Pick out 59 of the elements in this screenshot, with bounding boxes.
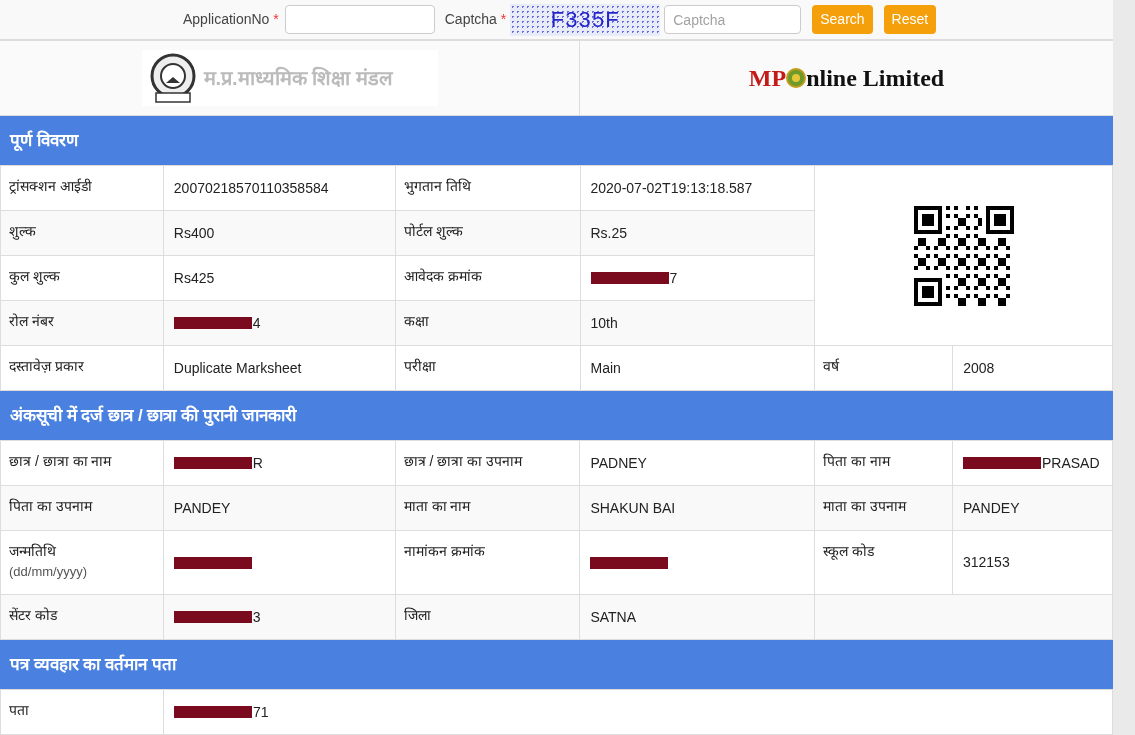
section-header: अंकसूची में दर्ज छात्र / छात्रा की पुरानी जानकारी (0, 391, 1113, 440)
field-value: PANDEY (962, 498, 1020, 518)
field-value: Rs425 (173, 268, 215, 288)
field-label: पोर्टल शुल्क (403, 222, 464, 242)
section-header: पत्र व्यवहार का वर्तमान पता (0, 640, 1113, 689)
field-value: R (252, 453, 263, 473)
field-label: सेंटर कोड (9, 606, 59, 625)
field-label: दस्तावेज़ प्रकार (9, 357, 85, 376)
field-label: Captcha * (444, 10, 507, 30)
field-value: SATNA (590, 607, 637, 627)
captcha-field[interactable]: Captcha (664, 5, 802, 35)
brand-prefix: MP (748, 64, 787, 94)
field-label: नामांकन क्रमांक (403, 542, 486, 561)
format-hint: (dd/mm/yyyy) (9, 563, 88, 581)
field-value: 71 (253, 702, 269, 722)
field-value: 312153 (962, 553, 1010, 572)
field-label: रोल नंबर (9, 312, 55, 331)
field-value: PANDEY (173, 498, 231, 518)
field-label: छात्र / छात्रा का उपनाम (403, 452, 524, 471)
board-name: म.प्र.माध्यमिक शिक्षा मंडल (203, 65, 393, 92)
field-label: ApplicationNo * (183, 10, 279, 30)
field-label: आवेदक क्रमांक (403, 267, 483, 286)
field-value: SHAKUN BAI (590, 498, 676, 518)
field-label: पिता का नाम (823, 452, 892, 471)
field-value: 10th (590, 313, 618, 333)
field-label: पता (9, 701, 30, 720)
field-label: शुल्क (9, 222, 37, 242)
field-label: परीक्षा (403, 357, 437, 376)
action-button[interactable]: Search (812, 5, 873, 35)
application-number-field[interactable] (284, 5, 435, 35)
field-value: Rs400 (173, 223, 215, 243)
field-value: 3 (252, 607, 261, 627)
field-label: कुल शुल्क (9, 267, 61, 287)
field-value: 20070218570110358584 (173, 178, 329, 198)
field-value: PRASAD (1041, 453, 1100, 473)
field-label: स्कूल कोड (823, 542, 876, 562)
section-header: पूर्ण विवरण (0, 116, 1113, 165)
globe-icon (786, 68, 807, 89)
field-label: माता का उपनाम (823, 497, 908, 516)
field-label: ट्रांसक्शन आईडी (9, 177, 93, 196)
brand-name: nline Limited (806, 64, 945, 94)
field-value: 2008 (963, 358, 995, 378)
captcha-image: F335F (510, 3, 661, 36)
field-value: Main (590, 358, 621, 378)
field-label: वर्ष (823, 357, 841, 376)
action-button[interactable]: Reset (883, 5, 937, 35)
field-value: 7 (669, 268, 678, 288)
field-label: छात्र / छात्रा का नाम (9, 452, 113, 471)
field-label: भुगतान तिथि (403, 177, 472, 197)
field-label: जिला (403, 606, 432, 625)
field-value: 2020-07-02T19:13:18.587 (590, 178, 753, 198)
field-value: 4 (252, 313, 261, 333)
field-value: Duplicate Marksheet (173, 358, 302, 378)
field-label: माता का नाम (403, 497, 472, 516)
field-value: PADNEY (590, 453, 647, 473)
field-label: कक्षा (403, 312, 430, 331)
field-value: Rs.25 (590, 223, 628, 243)
field-label: जन्मतिथि (9, 542, 57, 561)
field-label: पिता का उपनाम (9, 497, 94, 516)
